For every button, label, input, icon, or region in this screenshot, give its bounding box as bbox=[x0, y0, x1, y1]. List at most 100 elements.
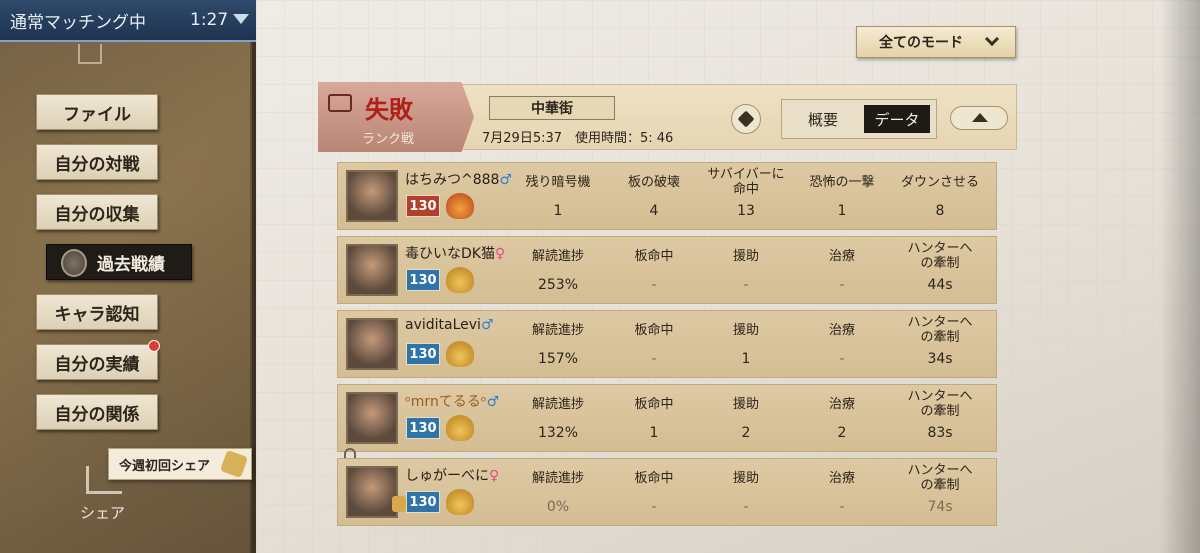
stat-value: 2 bbox=[837, 425, 847, 441]
stat-value: 157% bbox=[537, 351, 579, 367]
rank-emblem-icon bbox=[446, 267, 474, 293]
player-row-survivor[interactable]: ᵒmrnてるるᵒ♂ 130 解読進捗 132% 板命中 1 援助 2 治療 2 ハンター… bbox=[337, 384, 997, 452]
stat-header: 援助 bbox=[732, 471, 759, 486]
player-name: しゅがーべに♀ bbox=[405, 465, 499, 485]
player-name-text: 毒ひいなDK猫 bbox=[405, 246, 495, 262]
stat-value: 13 bbox=[737, 203, 755, 219]
sidebar-item-my-matches[interactable]: 自分の対戦 bbox=[36, 144, 158, 180]
match-result: 失敗 bbox=[365, 96, 413, 124]
stat-header: 解読進捗 bbox=[531, 471, 584, 486]
matchmaking-timer: 1:27 bbox=[190, 10, 229, 30]
sidebar-item-match-history[interactable]: 過去戦績 bbox=[46, 244, 192, 280]
gender-male-icon: ♂ bbox=[480, 317, 494, 333]
stat-header: ハンターへの牽制 bbox=[907, 315, 973, 345]
stat-value: - bbox=[839, 277, 845, 293]
player-name: aviditaLevi♂ bbox=[405, 317, 494, 333]
stat-header: 治療 bbox=[828, 323, 855, 338]
player-row-survivor[interactable]: しゅがーべに♀ 130 解読進捗 0% 板命中 - 援助 - 治療 - ハンターへの牽制… bbox=[337, 458, 997, 526]
stat-header: 恐怖の一撃 bbox=[809, 175, 875, 190]
rank-emblem-icon bbox=[446, 415, 474, 441]
avatar bbox=[346, 244, 398, 296]
stat-header: 板命中 bbox=[634, 323, 674, 338]
stat-header: 解読進捗 bbox=[531, 397, 584, 412]
player-name-text: aviditaLevi bbox=[405, 317, 481, 333]
rank-emblem-icon bbox=[446, 193, 474, 219]
stat-header: 解読進捗 bbox=[531, 249, 584, 264]
stat-column: 残り暗号機 1 bbox=[508, 175, 608, 219]
stat-value: - bbox=[743, 499, 749, 515]
gender-female-icon: ♀ bbox=[494, 246, 506, 262]
map-name: 中華街 bbox=[489, 96, 615, 120]
puzzle-piece-icon bbox=[219, 449, 249, 479]
sidebar-item-label: 自分の対戦 bbox=[54, 154, 140, 175]
rank-emblem-icon bbox=[446, 489, 474, 515]
chevron-up-icon bbox=[972, 113, 988, 122]
sidebar-item-label: 自分の収集 bbox=[54, 204, 140, 225]
view-tabs: 概要 データ bbox=[781, 99, 937, 139]
stat-header: 援助 bbox=[732, 249, 759, 264]
player-name-text: しゅがーべに bbox=[405, 468, 489, 484]
stat-header: 板命中 bbox=[634, 471, 674, 486]
sidebar-item-file[interactable]: ファイル bbox=[36, 94, 158, 130]
stat-value: - bbox=[651, 499, 657, 515]
avatar bbox=[346, 318, 398, 370]
weekly-share-tag[interactable]: 今週初回シェア bbox=[108, 448, 252, 480]
camera-icon bbox=[328, 94, 352, 112]
stat-value: 74s bbox=[927, 499, 953, 515]
stat-header: 板の破壊 bbox=[627, 175, 680, 190]
lock-icon bbox=[392, 496, 406, 512]
stat-value: 44s bbox=[927, 277, 953, 293]
gender-female-icon: ♀ bbox=[489, 468, 500, 484]
stat-column: サバイバーに命中 13 bbox=[696, 167, 796, 219]
level-badge: 130 bbox=[406, 343, 440, 365]
tab-overview[interactable]: 概要 bbox=[790, 105, 856, 133]
share-button-label[interactable]: シェア bbox=[80, 502, 125, 523]
tab-data[interactable]: データ bbox=[864, 105, 930, 133]
stat-header: 板命中 bbox=[634, 249, 674, 264]
stat-value: 4 bbox=[649, 203, 659, 219]
collapse-button[interactable] bbox=[950, 106, 1008, 130]
matchmaking-status-label: 通常マッチング中 bbox=[10, 12, 146, 33]
exit-icon[interactable] bbox=[78, 44, 102, 64]
stat-value: 253% bbox=[537, 277, 579, 293]
stat-column: 板の破壊 4 bbox=[604, 175, 704, 219]
avatar bbox=[346, 466, 398, 518]
match-mode: ランク戦 bbox=[362, 132, 415, 147]
mode-filter-dropdown[interactable]: 全てのモード bbox=[856, 26, 1016, 58]
match-datetime-duration: 7月29日5:37 使用時間：5: 46 bbox=[482, 131, 674, 146]
stat-value: - bbox=[839, 351, 845, 367]
stat-value: - bbox=[651, 277, 657, 293]
player-row-survivor[interactable]: 毒ひいなDK猫♀ 130 解読進捗 253% 板命中 - 援助 - 治療 - ハンターへ… bbox=[337, 236, 997, 304]
stat-header: ハンターへの牽制 bbox=[907, 241, 973, 271]
stat-header: ハンターへの牽制 bbox=[907, 463, 973, 493]
matchmaking-status-bar[interactable]: 通常マッチング中 1:27 bbox=[0, 0, 262, 42]
stat-column: ダウンさせる 8 bbox=[890, 175, 990, 219]
player-row-survivor[interactable]: aviditaLevi♂ 130 解読進捗 157% 板命中 - 援助 1 治療 - ハ… bbox=[337, 310, 997, 378]
sidebar-item-label: 自分の関係 bbox=[54, 404, 140, 425]
sidebar-item-label: 過去戦績 bbox=[97, 254, 165, 275]
sidebar-item-my-collection[interactable]: 自分の収集 bbox=[36, 194, 158, 230]
sidebar-item-character-knowledge[interactable]: キャラ認知 bbox=[36, 294, 158, 330]
avatar bbox=[346, 392, 398, 444]
stat-header: 治療 bbox=[828, 249, 855, 264]
replay-button[interactable] bbox=[731, 104, 761, 134]
avatar bbox=[346, 170, 398, 222]
gender-male-icon: ♂ bbox=[486, 394, 500, 410]
stat-column: 恐怖の一撃 1 bbox=[792, 175, 892, 219]
stat-value: 2 bbox=[741, 425, 751, 441]
stat-header: ダウンさせる bbox=[900, 175, 979, 190]
weekly-share-label: 今週初回シェア bbox=[119, 458, 211, 474]
sidebar-item-relations[interactable]: 自分の関係 bbox=[36, 394, 158, 430]
stat-value: 83s bbox=[927, 425, 953, 441]
sidebar-item-achievements[interactable]: 自分の実績 bbox=[36, 344, 158, 380]
stat-header: 板命中 bbox=[634, 397, 674, 412]
stat-value: 1 bbox=[553, 203, 563, 219]
chevron-down-icon[interactable] bbox=[233, 14, 249, 24]
sidebar-item-label: キャラ認知 bbox=[54, 304, 140, 325]
player-name: はちみつ^888♂ bbox=[405, 169, 512, 189]
player-row-hunter[interactable]: はちみつ^888♂ 130 残り暗号機 1 板の破壊 4 サバイバーに命中 13… bbox=[337, 162, 997, 230]
stat-value: 1 bbox=[837, 203, 847, 219]
notification-dot bbox=[148, 340, 160, 352]
stat-value: 132% bbox=[537, 425, 579, 441]
stat-value: 1 bbox=[649, 425, 659, 441]
